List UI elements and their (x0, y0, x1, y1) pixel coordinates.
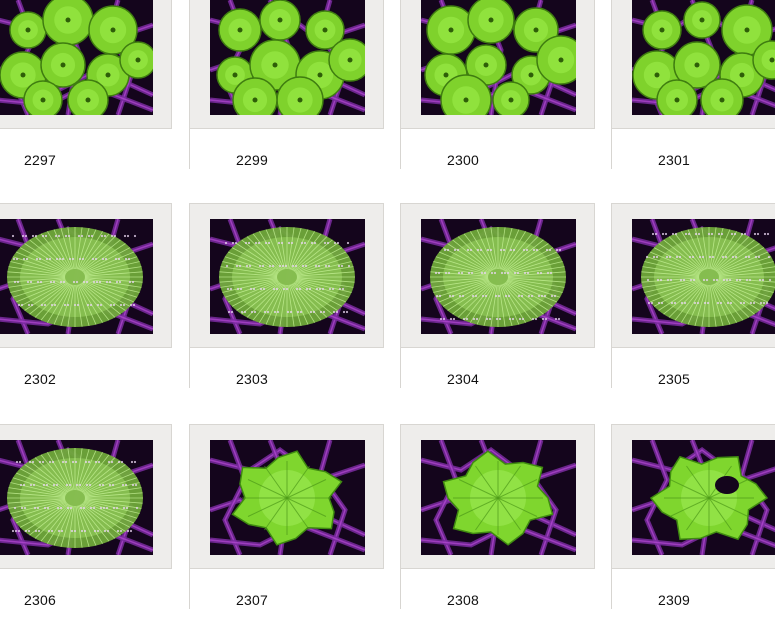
tile-caption[interactable]: 2305 (658, 371, 690, 387)
gallery-tile[interactable]: 2299 (189, 0, 400, 204)
gallery-tile[interactable]: 2309 (611, 424, 775, 625)
tile-caption[interactable]: 2303 (236, 371, 268, 387)
tile-divider (611, 569, 612, 609)
tile-caption[interactable]: 2297 (24, 152, 56, 168)
gallery-tile[interactable]: 2306 (0, 424, 188, 625)
thumbnail-frame[interactable] (611, 203, 775, 348)
thumbnail-frame[interactable] (611, 424, 775, 569)
thumbnail-frame[interactable] (0, 203, 172, 348)
gallery-tile[interactable]: 2297 (0, 0, 188, 204)
thumbnail-frame[interactable] (189, 424, 384, 569)
gallery-tile[interactable]: 2304 (400, 203, 611, 423)
tile-divider (189, 569, 190, 609)
thumbnail-frame[interactable] (189, 203, 384, 348)
thumbnail-frame[interactable] (400, 203, 595, 348)
coral-thumbnail-image[interactable] (210, 219, 365, 334)
coral-thumbnail-image[interactable] (210, 0, 365, 115)
coral-thumbnail-image[interactable] (632, 440, 775, 555)
tile-divider (189, 348, 190, 388)
tile-divider (189, 129, 190, 169)
coral-thumbnail-image[interactable] (632, 0, 775, 115)
gallery-tile[interactable]: 2303 (189, 203, 400, 423)
gallery-tile[interactable]: 2307 (189, 424, 400, 625)
gallery-tile[interactable]: 2305 (611, 203, 775, 423)
gallery-tile[interactable]: 2300 (400, 0, 611, 204)
coral-thumbnail-image[interactable] (0, 440, 153, 555)
thumbnail-frame[interactable] (400, 0, 595, 129)
tile-divider (611, 348, 612, 388)
tile-caption[interactable]: 2299 (236, 152, 268, 168)
coral-thumbnail-image[interactable] (421, 0, 576, 115)
tile-caption[interactable]: 2309 (658, 592, 690, 608)
coral-thumbnail-image[interactable] (421, 219, 576, 334)
tile-caption[interactable]: 2307 (236, 592, 268, 608)
coral-thumbnail-image[interactable] (0, 0, 153, 115)
gallery-tile[interactable]: 2302 (0, 203, 188, 423)
gallery-tile[interactable]: 2301 (611, 0, 775, 204)
tile-divider (611, 129, 612, 169)
tile-caption[interactable]: 2301 (658, 152, 690, 168)
coral-thumbnail-image[interactable] (0, 219, 153, 334)
thumbnail-frame[interactable] (611, 0, 775, 129)
tile-caption[interactable]: 2302 (24, 371, 56, 387)
thumbnail-frame[interactable] (0, 424, 172, 569)
tile-caption[interactable]: 2304 (447, 371, 479, 387)
tile-divider (400, 348, 401, 388)
coral-thumbnail-image[interactable] (421, 440, 576, 555)
gallery-tile[interactable]: 2308 (400, 424, 611, 625)
coral-thumbnail-image[interactable] (210, 440, 365, 555)
coral-gallery-grid: 2297 2299 2300 2301 2302 2303 2304 2305 2306 2307… (0, 0, 775, 625)
coral-thumbnail-image[interactable] (632, 219, 775, 334)
tile-caption[interactable]: 2308 (447, 592, 479, 608)
tile-divider (400, 569, 401, 609)
tile-divider (400, 129, 401, 169)
thumbnail-frame[interactable] (189, 0, 384, 129)
thumbnail-frame[interactable] (400, 424, 595, 569)
tile-caption[interactable]: 2300 (447, 152, 479, 168)
thumbnail-frame[interactable] (0, 0, 172, 129)
tile-caption[interactable]: 2306 (24, 592, 56, 608)
